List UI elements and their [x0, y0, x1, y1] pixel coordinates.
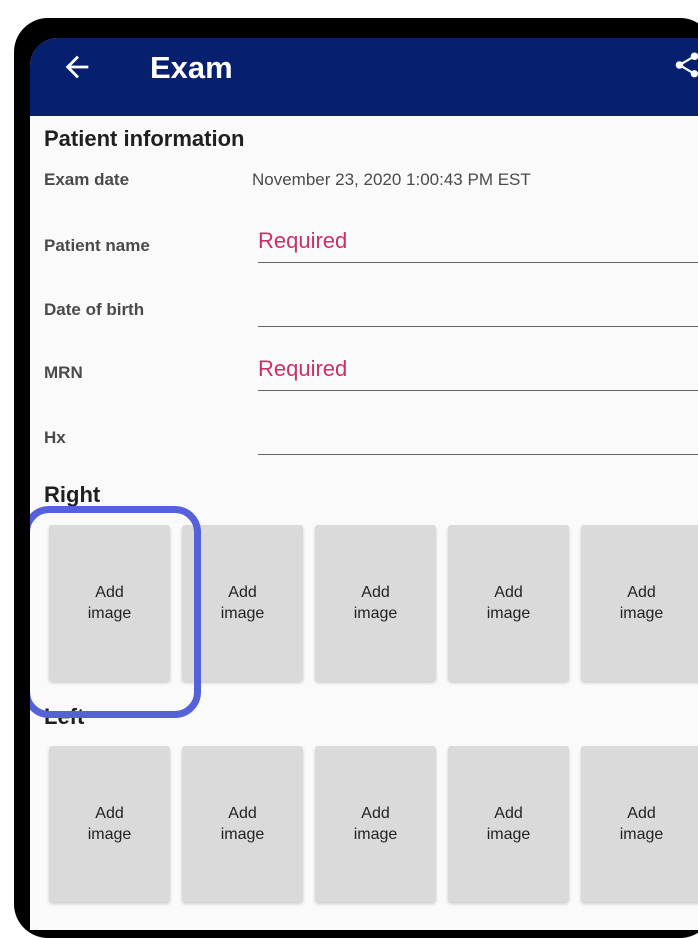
patient-name-label: Patient name [44, 236, 150, 255]
exam-date-value: November 23, 2020 1:00:43 PM EST [252, 170, 531, 189]
mrn-input[interactable] [258, 352, 698, 386]
tile-label: Add image [619, 584, 664, 622]
left-add-image-tile-3[interactable]: Add image [315, 746, 436, 902]
share-icon[interactable] [672, 48, 698, 82]
date-of-birth-field[interactable] [258, 288, 698, 327]
left-eye-heading: Left [44, 704, 85, 729]
left-image-row: Add image Add image Add image Add image … [49, 746, 698, 902]
tile-label: Add image [220, 805, 265, 843]
right-add-image-tile-4[interactable]: Add image [448, 525, 569, 681]
screen: Exam Patient information Exam date Novem… [30, 38, 698, 930]
tile-label: Add image [353, 805, 398, 843]
tile-label: Add image [353, 584, 398, 622]
left-add-image-tile-1[interactable]: Add image [49, 746, 170, 902]
tile-label: Add image [220, 584, 265, 622]
right-eye-heading: Right [44, 482, 101, 507]
right-image-row: Add image Add image Add image Add image … [49, 525, 698, 681]
right-add-image-tile-3[interactable]: Add image [315, 525, 436, 681]
tile-label: Add image [486, 805, 531, 843]
right-add-image-tile-1[interactable]: Add image [49, 525, 170, 681]
right-add-image-tile-5[interactable]: Add image [581, 525, 698, 681]
patient-information-heading: Patient information [44, 126, 245, 151]
left-add-image-tile-4[interactable]: Add image [448, 746, 569, 902]
tile-label: Add image [619, 805, 664, 843]
date-of-birth-label: Date of birth [44, 300, 145, 319]
arrow-left-icon[interactable] [60, 50, 94, 84]
patient-name-field[interactable] [258, 224, 698, 263]
mrn-label: MRN [44, 363, 83, 382]
left-add-image-tile-2[interactable]: Add image [182, 746, 303, 902]
hx-label: Hx [44, 428, 66, 447]
right-add-image-tile-2[interactable]: Add image [182, 525, 303, 681]
app-bar: Exam [30, 38, 698, 116]
mrn-field[interactable] [258, 352, 698, 391]
device-frame: Exam Patient information Exam date Novem… [14, 18, 698, 938]
tile-label: Add image [87, 584, 132, 622]
exam-date-label: Exam date [44, 170, 130, 189]
left-add-image-tile-5[interactable]: Add image [581, 746, 698, 902]
patient-name-input[interactable] [258, 224, 698, 258]
page-title: Exam [150, 50, 233, 85]
tile-label: Add image [87, 805, 132, 843]
hx-field[interactable] [258, 416, 698, 455]
date-of-birth-input[interactable] [258, 288, 698, 322]
hx-input[interactable] [258, 416, 698, 450]
tile-label: Add image [486, 584, 531, 622]
